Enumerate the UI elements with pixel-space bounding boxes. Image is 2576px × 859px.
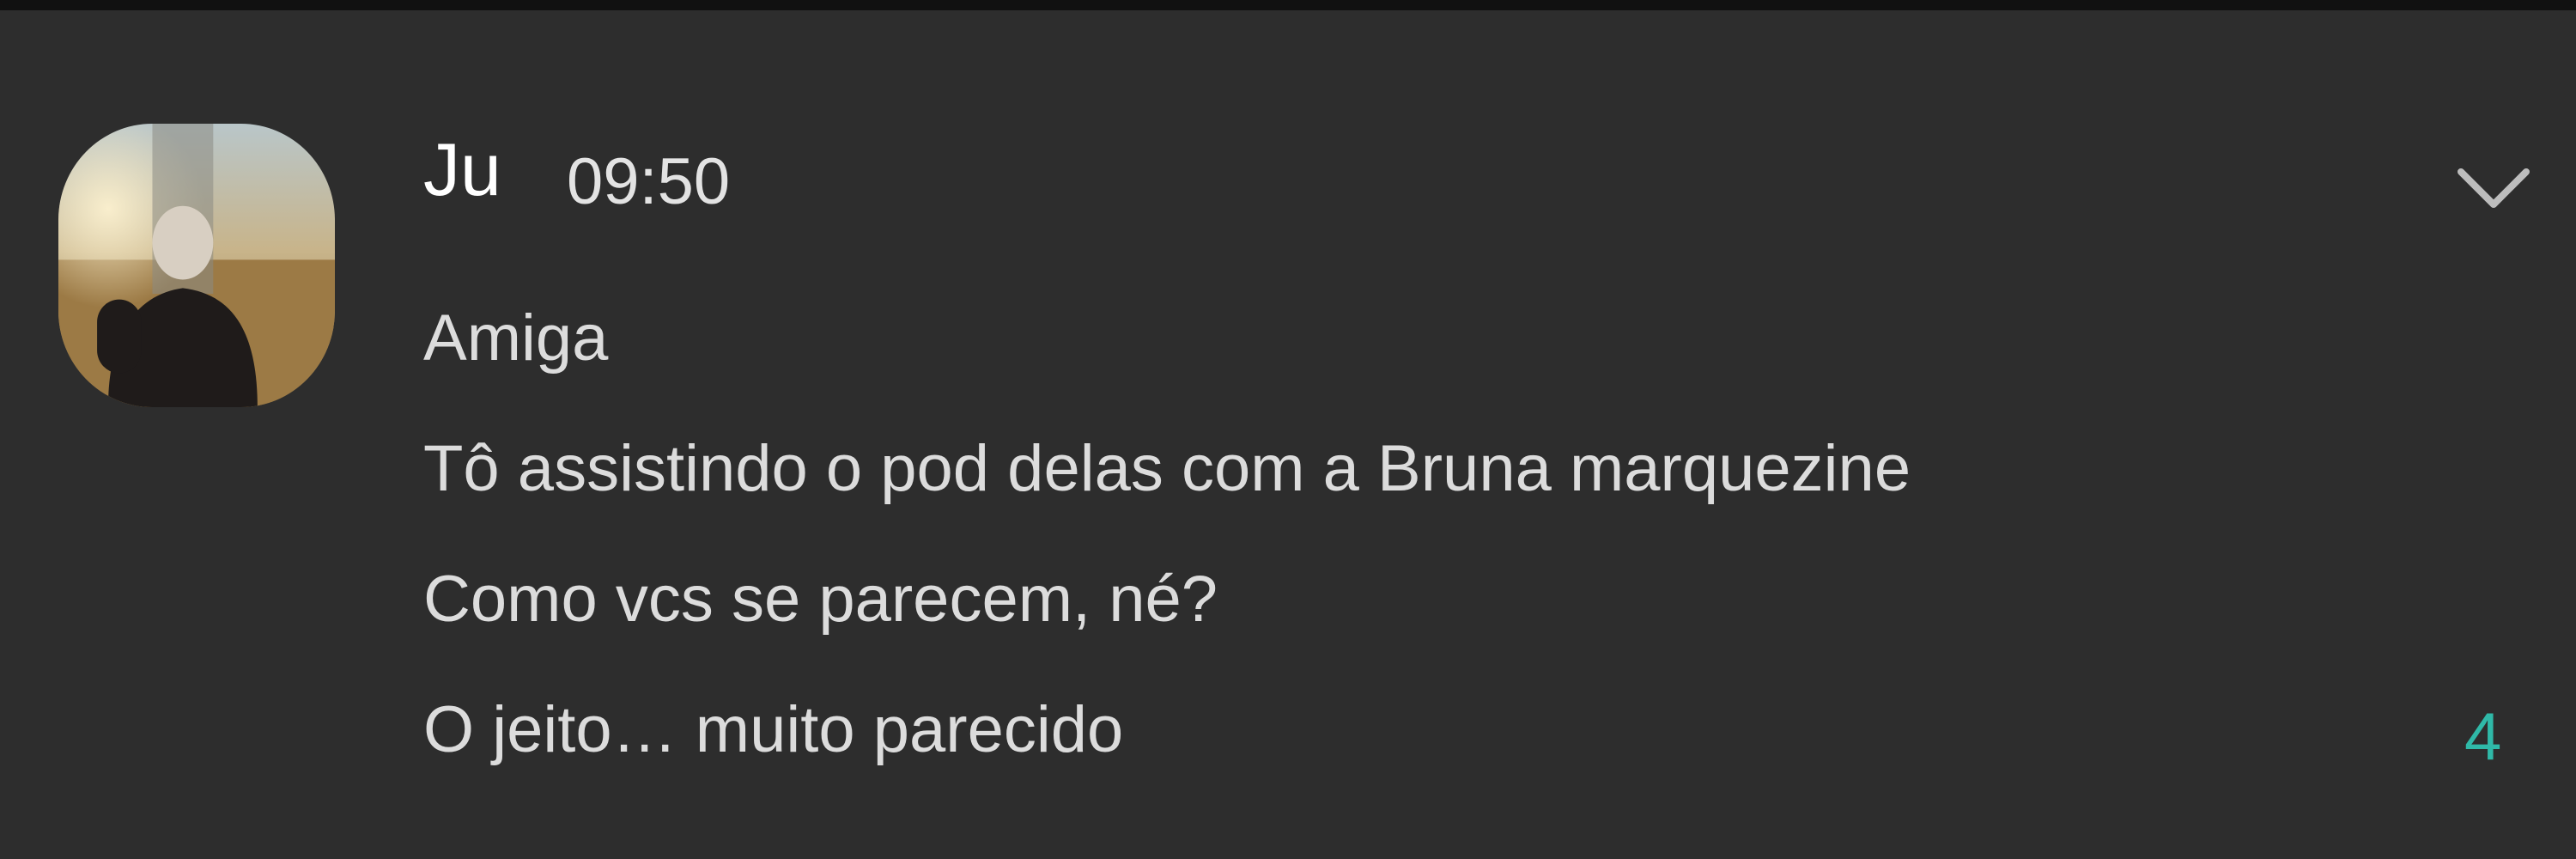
message-line: Como vcs se parecem, né? — [423, 563, 1218, 636]
message-time: 09:50 — [567, 145, 731, 218]
message-line: Tô assistindo o pod delas com a Bruna ma… — [423, 432, 1911, 505]
message-line: Amiga — [423, 302, 609, 375]
avatar[interactable] — [58, 124, 335, 407]
message-notification[interactable]: Ju 09:50 Amiga Tô assistindo o pod delas… — [0, 10, 2576, 859]
avatar-photo — [58, 124, 335, 407]
sender-name: Ju — [423, 129, 501, 211]
message-line: O jeito… muito parecido — [423, 693, 1124, 766]
unread-count-badge: 4 — [2464, 698, 2502, 774]
status-bar-edge — [0, 0, 2576, 10]
expand-button[interactable] — [2456, 165, 2531, 213]
chevron-down-icon — [2458, 168, 2530, 208]
